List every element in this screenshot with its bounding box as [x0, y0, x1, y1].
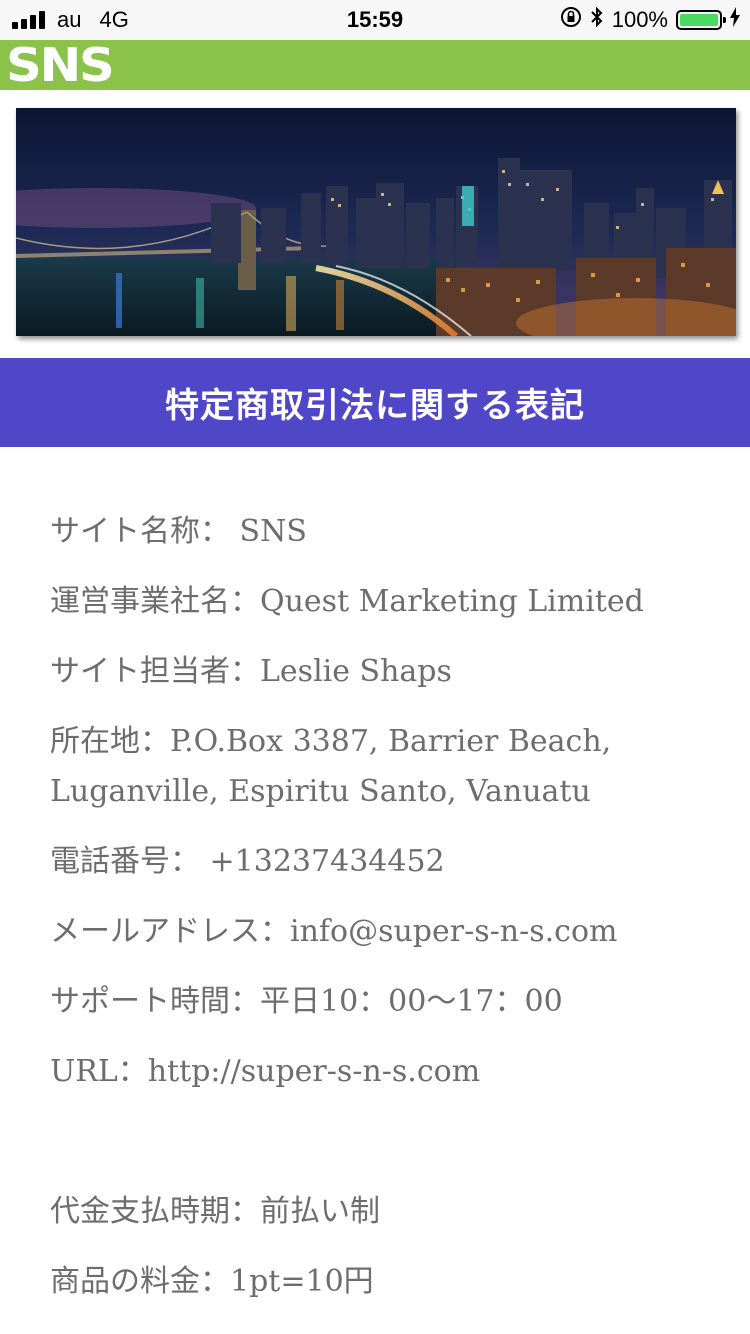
orientation-lock-icon [560, 6, 582, 34]
detail-site-name: サイト名称： SNS [50, 514, 307, 549]
detail-payment-timing: 代金支払時期：前払い制 [50, 1194, 380, 1229]
status-right: 100% [560, 6, 740, 34]
detail-site-manager: サイト担当者：Leslie Shaps [50, 654, 452, 689]
banner-image [16, 108, 736, 336]
city-skyline-illustration [16, 108, 736, 336]
battery-fill [680, 14, 718, 26]
battery-percent: 100% [611, 7, 668, 32]
battery-icon [676, 10, 726, 30]
detail-phone: 電話番号： +13237434452 [50, 844, 445, 879]
status-bar: au 4G 15:59 100% [0, 0, 750, 40]
detail-price: 商品の料金：1pt=10円 [50, 1264, 374, 1299]
detail-url: URL：http://super-s-n-s.com [50, 1054, 481, 1089]
banner-section [0, 90, 750, 338]
charging-icon [730, 7, 740, 33]
brand-header: SNS [0, 40, 750, 90]
site-logo[interactable]: SNS [6, 42, 115, 88]
detail-operator: 運営事業社名：Quest Marketing Limited [50, 584, 644, 619]
detail-support-hours: サポート時間：平日10：00〜17：00 [50, 984, 563, 1019]
page-title: 特定商取引法に関する表記 [165, 386, 585, 426]
bluetooth-icon [590, 6, 604, 34]
detail-email: メールアドレス：info@super-s-n-s.com [50, 914, 618, 949]
legal-details: サイト名称： SNS 運営事業社名：Quest Marketing Limite… [0, 447, 750, 1307]
page-title-bar: 特定商取引法に関する表記 [0, 358, 750, 447]
detail-address: 所在地：P.O.Box 3387, Barrier Beach, Luganvi… [50, 724, 612, 809]
